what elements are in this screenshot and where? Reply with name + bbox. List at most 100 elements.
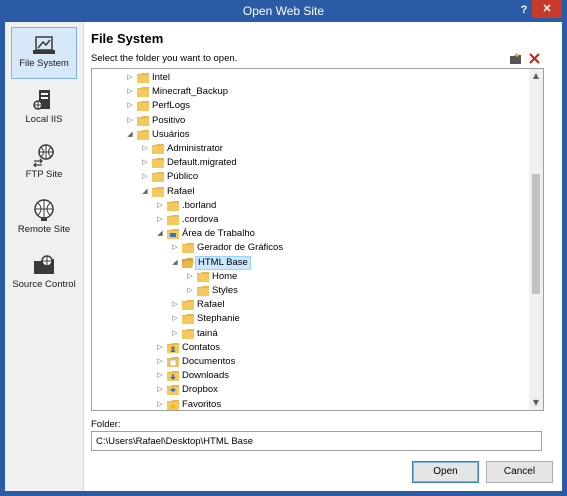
folder-icon	[151, 171, 165, 183]
folder-icon	[136, 100, 150, 112]
tree-row[interactable]: ▷ Favoritos	[154, 398, 223, 410]
collapsed-arrow-icon[interactable]: ▷	[139, 142, 151, 156]
favorites-icon	[166, 399, 180, 410]
folder-path-input[interactable]	[91, 431, 542, 451]
collapsed-arrow-icon[interactable]: ▷	[169, 327, 181, 341]
tree-row-label: Positivo	[152, 114, 186, 126]
tree-row[interactable]: ▷ Stephanie	[169, 312, 242, 326]
window-title: Open Web Site	[242, 4, 325, 18]
tree-row[interactable]: ▷ .cordova	[154, 213, 220, 227]
help-button[interactable]: ?	[517, 2, 531, 18]
collapsed-arrow-icon[interactable]: ▷	[154, 383, 166, 397]
tree-row-label: Gerador de Gráficos	[197, 242, 284, 254]
tree-row[interactable]: ◢ Rafael	[139, 185, 196, 199]
collapsed-arrow-icon[interactable]: ▷	[184, 284, 196, 298]
sidebar-item-source-control[interactable]: Source Control	[11, 250, 77, 306]
collapsed-arrow-icon[interactable]: ▷	[154, 341, 166, 355]
tree-row[interactable]: ▷ PerfLogs	[124, 99, 192, 113]
tree-row-label: .borland	[182, 199, 217, 211]
source-control-icon	[34, 255, 54, 274]
contacts-icon	[166, 342, 180, 353]
collapsed-arrow-icon[interactable]: ▷	[124, 99, 136, 113]
folder-icon	[136, 129, 150, 140]
folder-tree[interactable]: ▷ Intel ▷ Minecraft_Backup ▷ PerfLogs ▷ Positiv…	[91, 68, 544, 411]
open-button[interactable]: Open	[412, 461, 479, 483]
sidebar-item-file-system[interactable]: File System	[11, 27, 77, 79]
tree-row[interactable]: ▷ Administrator	[139, 142, 225, 156]
collapsed-arrow-icon[interactable]: ▷	[154, 355, 166, 369]
tree-row-label: HTML Base	[195, 255, 251, 270]
folder-icon	[151, 186, 165, 197]
close-button[interactable]: ✕	[532, 0, 562, 18]
collapsed-arrow-icon[interactable]: ▷	[139, 156, 151, 170]
collapsed-arrow-icon[interactable]: ▷	[154, 369, 166, 383]
tree-row[interactable]: ▷ Contatos	[154, 341, 222, 355]
folder-label: Folder:	[91, 419, 121, 430]
scroll-up-icon[interactable]: ▲	[529, 69, 543, 83]
tree-row[interactable]: ▷ Documentos	[154, 355, 237, 369]
tree-row[interactable]: ▷ Positivo	[124, 114, 187, 128]
collapsed-arrow-icon[interactable]: ▷	[184, 270, 196, 284]
collapsed-arrow-icon[interactable]: ▷	[154, 199, 166, 213]
folder-icon	[151, 157, 165, 169]
tree-row[interactable]: ▷ Styles	[184, 284, 240, 298]
dialog-window: Open Web Site ? ✕ File System Local IIS …	[0, 0, 567, 496]
collapsed-arrow-icon[interactable]: ▷	[139, 170, 151, 184]
dialog-client: File System Local IIS FTP Site Remote Si…	[5, 22, 562, 491]
sidebar-item-label: Remote Site	[17, 224, 71, 235]
tree-scrollbar[interactable]: ▲ ▼	[529, 69, 543, 410]
collapsed-arrow-icon[interactable]: ▷	[124, 85, 136, 99]
tree-row[interactable]: ▷ Downloads	[154, 369, 231, 383]
tree-row-label: Home	[212, 270, 238, 282]
tree-row-label: Favoritos	[182, 398, 222, 410]
expanded-arrow-icon[interactable]: ◢	[154, 227, 166, 241]
tree-row[interactable]: ◢ HTML Base	[169, 255, 251, 270]
folder-icon	[166, 200, 180, 211]
cancel-button[interactable]: Cancel	[486, 461, 553, 483]
sidebar-item-label: Local IIS	[25, 114, 63, 125]
expanded-arrow-icon[interactable]: ◢	[139, 185, 151, 199]
expanded-arrow-icon[interactable]: ◢	[124, 128, 136, 142]
desktop-icon	[166, 228, 180, 240]
tree-row[interactable]: ▷ Dropbox	[154, 383, 220, 397]
scroll-thumb[interactable]	[532, 174, 540, 294]
folder-icon	[181, 299, 195, 311]
tree-row[interactable]: ▷ Home	[184, 270, 239, 284]
ftp-site-icon	[33, 144, 54, 167]
tree-row[interactable]: ▷ .borland	[154, 199, 218, 213]
collapsed-arrow-icon[interactable]: ▷	[169, 298, 181, 312]
collapsed-arrow-icon[interactable]: ▷	[169, 241, 181, 255]
folder-icon	[181, 328, 195, 339]
delete-icon[interactable]	[528, 52, 541, 65]
tree-row-label: Contatos	[182, 341, 221, 353]
title-bar[interactable]: Open Web Site ? ✕	[0, 0, 567, 22]
collapsed-arrow-icon[interactable]: ▷	[169, 312, 181, 326]
tree-row[interactable]: ▷ Intel	[124, 71, 172, 85]
collapsed-arrow-icon[interactable]: ▷	[154, 398, 166, 410]
new-folder-icon[interactable]	[509, 52, 523, 65]
expanded-arrow-icon[interactable]: ◢	[169, 256, 181, 270]
main-panel: File System Select the folder you want t…	[85, 22, 562, 491]
collapsed-arrow-icon[interactable]: ▷	[154, 213, 166, 227]
tree-row[interactable]: ▷ Default.migrated	[139, 156, 239, 170]
sidebar-item-remote-site[interactable]: Remote Site	[11, 195, 77, 241]
collapsed-arrow-icon[interactable]: ▷	[124, 71, 136, 85]
collapsed-arrow-icon[interactable]: ▷	[124, 114, 136, 128]
folder-icon	[166, 214, 180, 225]
sidebar-item-local-iis[interactable]: Local IIS	[11, 85, 77, 131]
folder-icon	[196, 285, 210, 296]
tree-row-label: PerfLogs	[152, 100, 191, 112]
downloads-icon	[166, 370, 180, 382]
tree-row[interactable]: ▷ tainá	[169, 327, 220, 341]
scroll-down-icon[interactable]: ▼	[529, 396, 543, 410]
tree-row[interactable]: ◢ Área de Trabalho	[154, 227, 257, 241]
tree-row-label: Rafael	[197, 299, 225, 311]
tree-row[interactable]: ◢ Usuários	[124, 128, 192, 142]
tree-row[interactable]: ▷ Minecraft_Backup	[124, 85, 230, 99]
tree-row[interactable]: ▷ Rafael	[169, 298, 226, 312]
folder-icon	[136, 86, 150, 98]
sidebar-item-label: File System	[19, 58, 69, 69]
tree-row[interactable]: ▷ Gerador de Gráficos	[169, 241, 285, 255]
sidebar-item-ftp-site[interactable]: FTP Site	[11, 140, 77, 186]
tree-row[interactable]: ▷ Público	[139, 170, 200, 184]
